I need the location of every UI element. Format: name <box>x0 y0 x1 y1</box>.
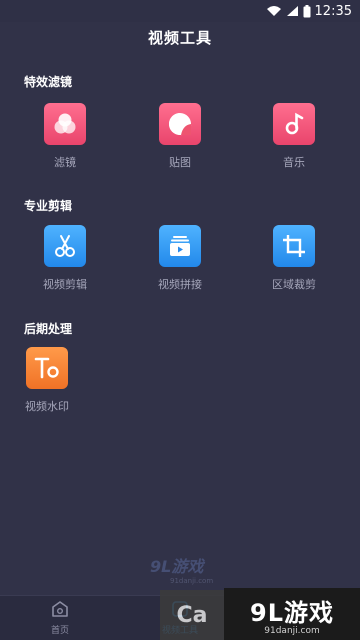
brand-badge: 9L游戏 91danji.com <box>224 588 360 640</box>
tool-sticker-label: 贴图 <box>169 156 191 169</box>
page-title: 视频工具 <box>147 29 212 47</box>
tool-filter[interactable]: 滤镜 <box>25 103 105 170</box>
section-title-editing: 专业剪辑 <box>24 199 73 213</box>
tool-region-crop[interactable]: 区域裁剪 <box>254 225 334 292</box>
brand-main: 9L游戏 <box>250 598 334 627</box>
brand-sub: 91danji.com <box>264 625 320 636</box>
sticker-icon <box>159 103 201 145</box>
tool-video-cut[interactable]: 视频剪辑 <box>25 225 105 292</box>
section-title-post: 后期处理 <box>24 322 73 336</box>
tool-video-merge[interactable]: 视频拼接 <box>140 225 220 292</box>
nav-home[interactable]: 首页 <box>30 600 90 636</box>
home-icon <box>51 601 69 621</box>
music-note-icon <box>273 103 315 145</box>
site-watermark: 9L游戏 91danji.com <box>150 553 240 587</box>
tool-video-watermark[interactable]: 视频水印 <box>7 347 87 414</box>
status-bar: 12:35 <box>0 0 360 22</box>
watermark-main: 9L游戏 <box>150 557 204 576</box>
tool-region-crop-label: 区域裁剪 <box>272 278 316 291</box>
text-watermark-icon <box>26 347 68 389</box>
tool-filter-label: 滤镜 <box>54 156 76 169</box>
nav-home-label: 首页 <box>50 626 69 636</box>
filter-icon <box>44 103 86 145</box>
tool-music-label: 音乐 <box>283 156 305 169</box>
overlay-logo-text: Ca <box>176 602 208 628</box>
tool-music[interactable]: 音乐 <box>254 103 334 170</box>
tool-video-merge-label: 视频拼接 <box>158 278 202 291</box>
tool-video-cut-label: 视频剪辑 <box>43 278 87 291</box>
scissors-icon <box>44 225 86 267</box>
video-stack-icon <box>159 225 201 267</box>
status-time: 12:35 <box>314 3 352 19</box>
overlay-logo: Ca <box>160 590 224 640</box>
tool-video-watermark-label: 视频水印 <box>25 400 69 413</box>
signal-icon <box>286 5 299 17</box>
tool-sticker[interactable]: 贴图 <box>140 103 220 170</box>
section-title-effects: 特效滤镜 <box>24 75 73 89</box>
battery-icon <box>303 4 311 18</box>
wifi-icon <box>266 5 282 17</box>
crop-icon <box>273 225 315 267</box>
watermark-sub: 91danji.com <box>170 577 214 585</box>
